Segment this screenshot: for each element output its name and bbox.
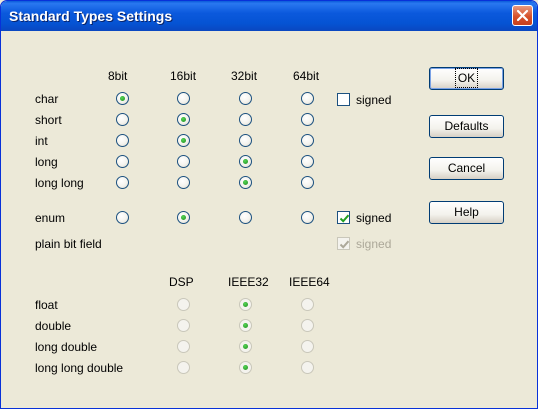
checkmark-icon [339,214,350,223]
column-header-16bit: 16bit [170,69,197,83]
row-label-char: char [35,92,59,106]
window-title: Standard Types Settings [9,8,173,24]
radio-char-16bit[interactable] [177,92,190,105]
dialog-window: Standard Types Settings 8bit 16bit 32bit… [0,0,538,409]
column-header-8bit: 8bit [108,69,128,83]
radio-selected-dot [243,180,248,185]
help-button-label: Help [454,205,479,219]
radio-long-long-64bit[interactable] [301,176,314,189]
cancel-button-label: Cancel [447,161,486,175]
radio-selected-dot [243,344,248,349]
radio-char-8bit[interactable] [116,92,129,105]
plain-bit-field-signed-label: signed [356,237,392,251]
radio-int-32bit[interactable] [239,134,252,147]
row-label-float: float [35,298,58,312]
radio-float-ieee32 [239,298,252,311]
radio-enum-64bit[interactable] [301,211,314,224]
close-icon [516,9,529,22]
row-label-long-long: long long [35,176,84,190]
radio-long-long-double-ieee32 [239,361,252,374]
ok-button-label: OK [454,68,479,88]
radio-enum-32bit[interactable] [239,211,252,224]
radio-char-64bit[interactable] [301,92,314,105]
row-label-plain-bit-field: plain bit field [35,237,102,251]
cancel-button[interactable]: Cancel [429,157,504,180]
radio-int-16bit[interactable] [177,134,190,147]
column-header-64bit: 64bit [293,69,320,83]
plain-bit-field-signed-checkbox [337,237,350,250]
radio-float-dsp [177,298,190,311]
radio-long-32bit[interactable] [239,155,252,168]
enum-signed-checkbox[interactable] [337,211,350,224]
radio-long-double-ieee32 [239,340,252,353]
radio-enum-8bit[interactable] [116,211,129,224]
defaults-button[interactable]: Defaults [429,115,504,138]
radio-float-ieee64 [301,298,314,311]
radio-char-32bit[interactable] [239,92,252,105]
column-header-32bit: 32bit [231,69,258,83]
char-signed-checkbox[interactable] [337,93,350,106]
radio-long-double-ieee64 [301,340,314,353]
radio-double-ieee32 [239,319,252,332]
radio-selected-dot [181,215,186,220]
row-label-long: long [35,155,58,169]
radio-double-dsp [177,319,190,332]
enum-signed-label: signed [356,211,392,225]
radio-long-double-dsp [177,340,190,353]
radio-enum-16bit[interactable] [177,211,190,224]
row-label-short: short [35,113,62,127]
column-header-ieee64: IEEE64 [289,275,330,289]
radio-double-ieee64 [301,319,314,332]
radio-long-16bit[interactable] [177,155,190,168]
radio-short-32bit[interactable] [239,113,252,126]
radio-short-64bit[interactable] [301,113,314,126]
row-label-double: double [35,319,72,333]
title-bar[interactable]: Standard Types Settings [1,1,537,31]
radio-long-long-32bit[interactable] [239,176,252,189]
radio-selected-dot [243,302,248,307]
radio-short-8bit[interactable] [116,113,129,126]
radio-selected-dot [243,159,248,164]
close-button[interactable] [512,5,533,26]
radio-int-8bit[interactable] [116,134,129,147]
row-label-enum: enum [35,211,66,225]
ok-button[interactable]: OK [429,67,504,90]
radio-long-long-8bit[interactable] [116,176,129,189]
radio-selected-dot [243,365,248,370]
row-label-long-long-double: long long double [35,361,124,375]
radio-selected-dot [181,138,186,143]
radio-int-64bit[interactable] [301,134,314,147]
radio-long-long-double-dsp [177,361,190,374]
radio-long-long-double-ieee64 [301,361,314,374]
checkmark-icon [339,240,350,249]
row-label-long-double: long double [35,340,98,354]
column-header-ieee32: IEEE32 [228,275,269,289]
radio-selected-dot [181,117,186,122]
char-signed-label: signed [356,93,392,107]
defaults-button-label: Defaults [444,119,489,133]
dialog-content: 8bit 16bit 32bit 64bit char short int lo… [1,31,537,408]
radio-selected-dot [243,323,248,328]
help-button[interactable]: Help [429,201,504,224]
radio-long-long-16bit[interactable] [177,176,190,189]
column-header-dsp: DSP [169,275,194,289]
radio-short-16bit[interactable] [177,113,190,126]
radio-selected-dot [120,96,125,101]
row-label-int: int [35,134,48,148]
radio-long-64bit[interactable] [301,155,314,168]
radio-long-8bit[interactable] [116,155,129,168]
